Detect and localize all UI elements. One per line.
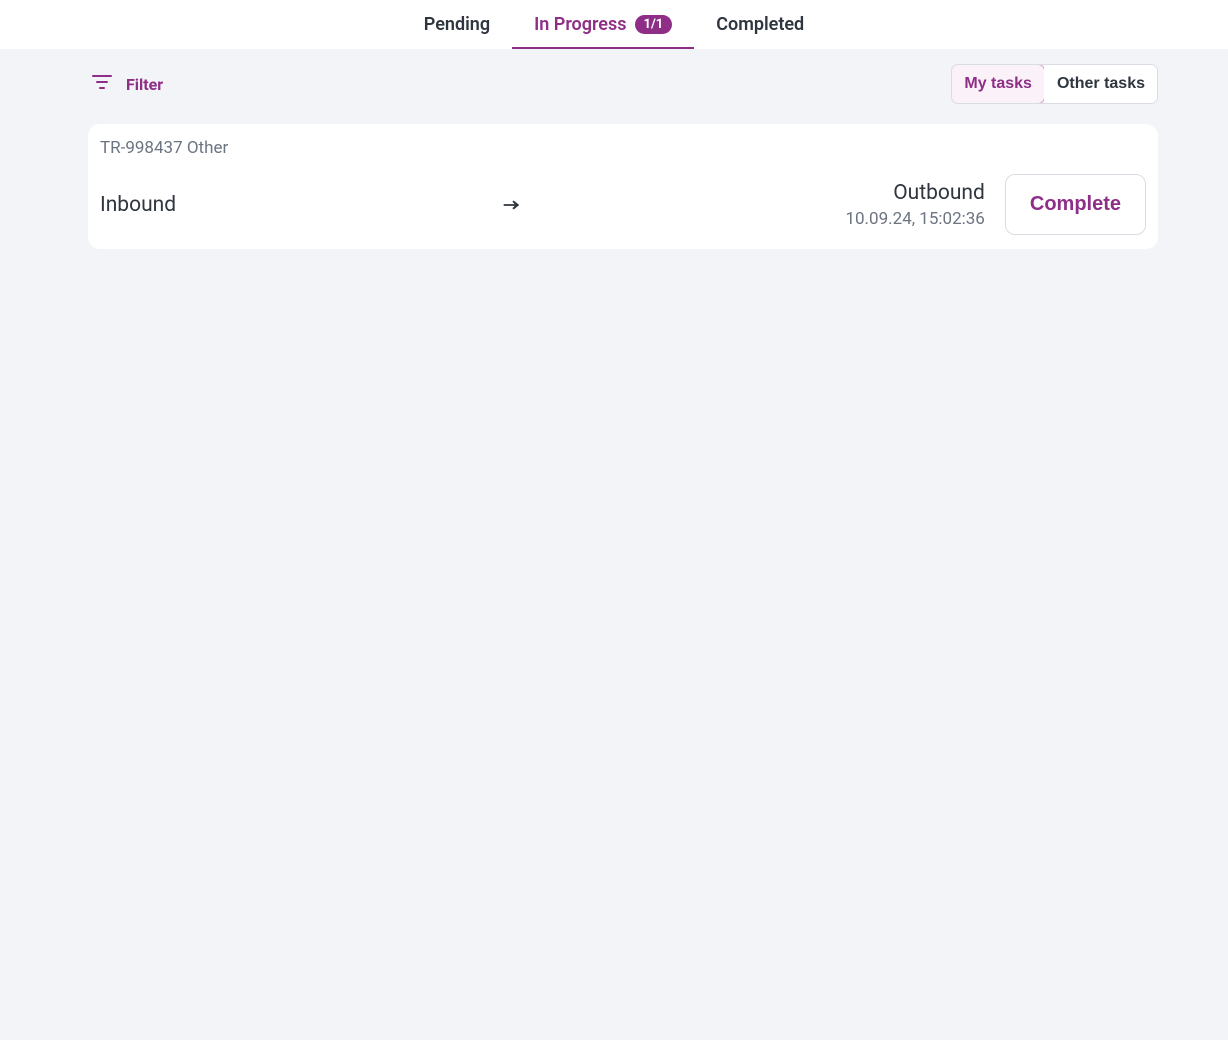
task-card-body: Inbound Outbound 10.09.24, 15:02:36 Comp… bbox=[100, 174, 1146, 235]
task-inbound-label: Inbound bbox=[100, 193, 176, 217]
my-tasks-button[interactable]: My tasks bbox=[951, 64, 1045, 104]
task-outbound-block: Outbound 10.09.24, 15:02:36 bbox=[845, 181, 984, 229]
toolbar: Filter My tasks Other tasks bbox=[0, 50, 1228, 118]
task-id-line: TR-998437 Other bbox=[100, 138, 1146, 158]
other-tasks-button[interactable]: Other tasks bbox=[1044, 65, 1157, 103]
task-ownership-toggle: My tasks Other tasks bbox=[951, 64, 1158, 104]
content-area: TR-998437 Other Inbound Outbound 10.09.2… bbox=[0, 118, 1228, 249]
complete-button[interactable]: Complete bbox=[1005, 174, 1146, 235]
tab-in-progress-label: In Progress bbox=[534, 14, 626, 35]
tab-pending-label: Pending bbox=[424, 14, 490, 35]
filter-label: Filter bbox=[126, 75, 163, 94]
task-card[interactable]: TR-998437 Other Inbound Outbound 10.09.2… bbox=[88, 124, 1158, 249]
arrow-right-icon bbox=[176, 194, 845, 216]
filter-button[interactable]: Filter bbox=[90, 70, 163, 98]
tab-in-progress-badge: 1/1 bbox=[635, 15, 673, 35]
tab-completed[interactable]: Completed bbox=[694, 0, 826, 49]
tab-pending[interactable]: Pending bbox=[402, 0, 512, 49]
tab-completed-label: Completed bbox=[716, 14, 804, 35]
filter-icon bbox=[90, 70, 114, 98]
tab-in-progress[interactable]: In Progress 1/1 bbox=[512, 0, 694, 49]
task-action-col: Complete bbox=[1005, 174, 1146, 235]
status-tabs: Pending In Progress 1/1 Completed bbox=[0, 0, 1228, 50]
task-timestamp: 10.09.24, 15:02:36 bbox=[845, 209, 984, 229]
task-outbound-label: Outbound bbox=[845, 181, 984, 205]
